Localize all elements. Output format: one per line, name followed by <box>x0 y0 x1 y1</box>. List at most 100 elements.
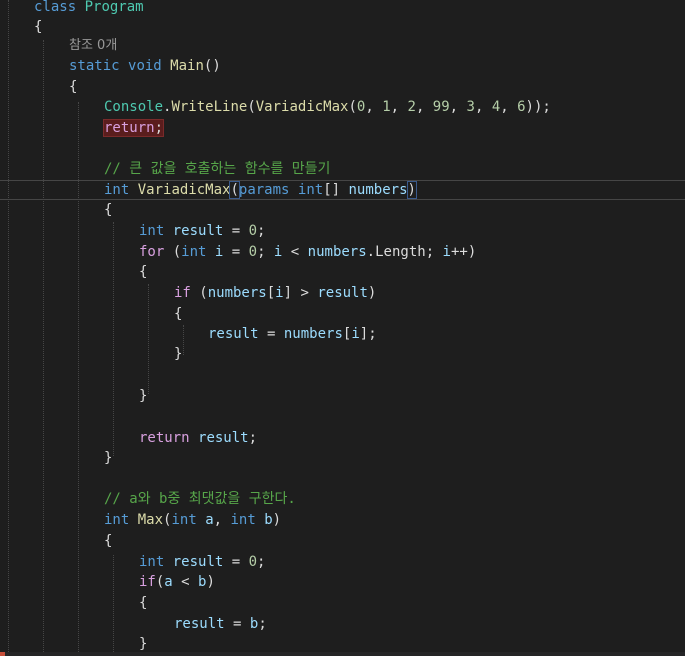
close-brace: } <box>139 636 148 652</box>
semicolon: ; <box>257 223 266 239</box>
code-line-9[interactable]: // 큰 값을 호출하는 함수를 만들기 <box>104 159 330 179</box>
keyword-int: int <box>297 182 324 198</box>
indent-guide <box>43 40 44 656</box>
code-line-32[interactable]: } <box>139 634 147 654</box>
close-brace: } <box>139 388 148 404</box>
array-brackets: [] <box>323 182 341 198</box>
paren-open: ( <box>348 99 357 115</box>
indent-guide <box>113 555 114 656</box>
semicolon: ; <box>154 120 164 136</box>
code-line-27[interactable]: { <box>104 531 112 551</box>
code-line-14[interactable]: { <box>139 262 147 282</box>
code-line-22[interactable]: return result; <box>139 428 257 448</box>
close-brace: } <box>104 450 113 466</box>
param-a: a <box>205 512 214 528</box>
keyword-int: int <box>139 554 165 570</box>
type-console: Console <box>104 99 164 115</box>
method-writeline: WriteLine <box>171 99 248 115</box>
keyword-void: void <box>128 58 162 74</box>
paren-open-matched: ( <box>229 181 240 199</box>
code-line-2[interactable]: { <box>34 17 42 37</box>
code-line-31[interactable]: result = b; <box>174 614 267 634</box>
var-result: result <box>172 223 224 239</box>
code-line-23[interactable]: } <box>104 448 112 468</box>
class-name: Program <box>84 0 144 15</box>
var-result: result <box>317 285 368 301</box>
keyword-if: if <box>174 285 191 301</box>
open-brace: { <box>69 79 78 95</box>
arg-separator: , <box>365 99 383 115</box>
code-line-13[interactable]: for (int i = 0; i < numbers.Length; i++) <box>139 242 476 262</box>
var-numbers: numbers <box>283 326 343 342</box>
comment: // 큰 값을 호출하는 함수를 만들기 <box>104 161 331 177</box>
var-result: result <box>172 554 224 570</box>
open-brace: { <box>34 19 43 35</box>
paren-close: ) <box>206 574 215 590</box>
var-a: a <box>164 574 173 590</box>
parens: () <box>203 58 221 74</box>
keyword-int: int <box>230 512 256 528</box>
number: 0 <box>248 554 258 570</box>
code-line-11[interactable]: { <box>104 200 112 220</box>
var-numbers: numbers <box>307 244 367 260</box>
method-name-max: Max <box>137 512 164 528</box>
code-line-18[interactable]: } <box>174 344 182 364</box>
error-highlight-return[interactable]: return; <box>102 119 165 137</box>
code-line-17[interactable]: result = numbers[i]; <box>208 324 377 344</box>
paren-close: ) <box>272 512 282 528</box>
open-brace: { <box>139 595 148 611</box>
open-brace: { <box>104 202 113 218</box>
code-line-1[interactable]: class Program <box>34 0 144 17</box>
keyword-params: params <box>238 182 290 198</box>
paren-open: ( <box>247 99 256 115</box>
code-line-5[interactable]: { <box>69 77 77 97</box>
code-line-12[interactable]: int result = 0; <box>139 221 265 241</box>
codelens-references[interactable]: 참조 0개 <box>69 36 117 56</box>
var-i: i <box>275 285 284 301</box>
code-line-30[interactable]: { <box>139 593 147 613</box>
arg-separator: , <box>415 99 433 115</box>
indent-guide <box>148 284 149 394</box>
keyword-int: int <box>181 244 207 260</box>
operator-assign: = <box>223 554 249 570</box>
open-brace: { <box>174 306 183 322</box>
code-line-26[interactable]: int Max(int a, int b) <box>104 510 281 530</box>
code-line-25[interactable]: // a와 b중 최댓값을 구한다. <box>104 489 296 509</box>
dot: . <box>366 244 376 260</box>
keyword-int: int <box>104 182 130 198</box>
var-result: result <box>208 326 259 342</box>
number: 0 <box>248 244 258 260</box>
keyword-class: class <box>34 0 77 15</box>
keyword-for: for <box>139 244 165 260</box>
index-close: ] <box>283 285 293 301</box>
references-count-text[interactable]: 참조 0개 <box>69 38 117 53</box>
arg-separator: , <box>500 99 518 115</box>
code-line-28[interactable]: int result = 0; <box>139 552 265 572</box>
var-numbers: numbers <box>207 285 267 301</box>
code-line-6[interactable]: Console.WriteLine(VariadicMax(0, 1, 2, 9… <box>104 97 551 117</box>
number: 0 <box>248 223 258 239</box>
operator-lt: < <box>172 574 199 590</box>
error-indicator-icon <box>0 652 5 656</box>
var-i: i <box>351 326 360 342</box>
code-line-7[interactable]: return; <box>102 118 165 138</box>
paren-close: ) <box>367 285 377 301</box>
paren-close-matched: ) <box>406 181 418 199</box>
code-line-15[interactable]: if (numbers[i] > result) <box>174 283 376 303</box>
code-line-4[interactable]: static void Main() <box>69 56 221 76</box>
indent-guide <box>183 325 184 355</box>
keyword-int: int <box>104 512 130 528</box>
code-line-29[interactable]: if(a < b) <box>139 572 215 592</box>
operator-increment: ++) <box>450 244 477 260</box>
keyword-int: int <box>171 512 197 528</box>
editor-bottom-strip <box>0 652 685 656</box>
code-line-20[interactable]: } <box>139 386 147 406</box>
code-line-10[interactable]: int VariadicMax(params int[] numbers) <box>104 180 418 200</box>
arg-number: 6 <box>517 99 526 115</box>
arg-number: 1 <box>382 99 391 115</box>
index-close-semicolon: ]; <box>359 326 377 342</box>
indent-guide <box>113 222 114 456</box>
code-editor[interactable]: class Program { 참조 0개 static void Main()… <box>0 0 685 656</box>
code-line-16[interactable]: { <box>174 304 182 324</box>
keyword-return: return <box>104 120 155 136</box>
